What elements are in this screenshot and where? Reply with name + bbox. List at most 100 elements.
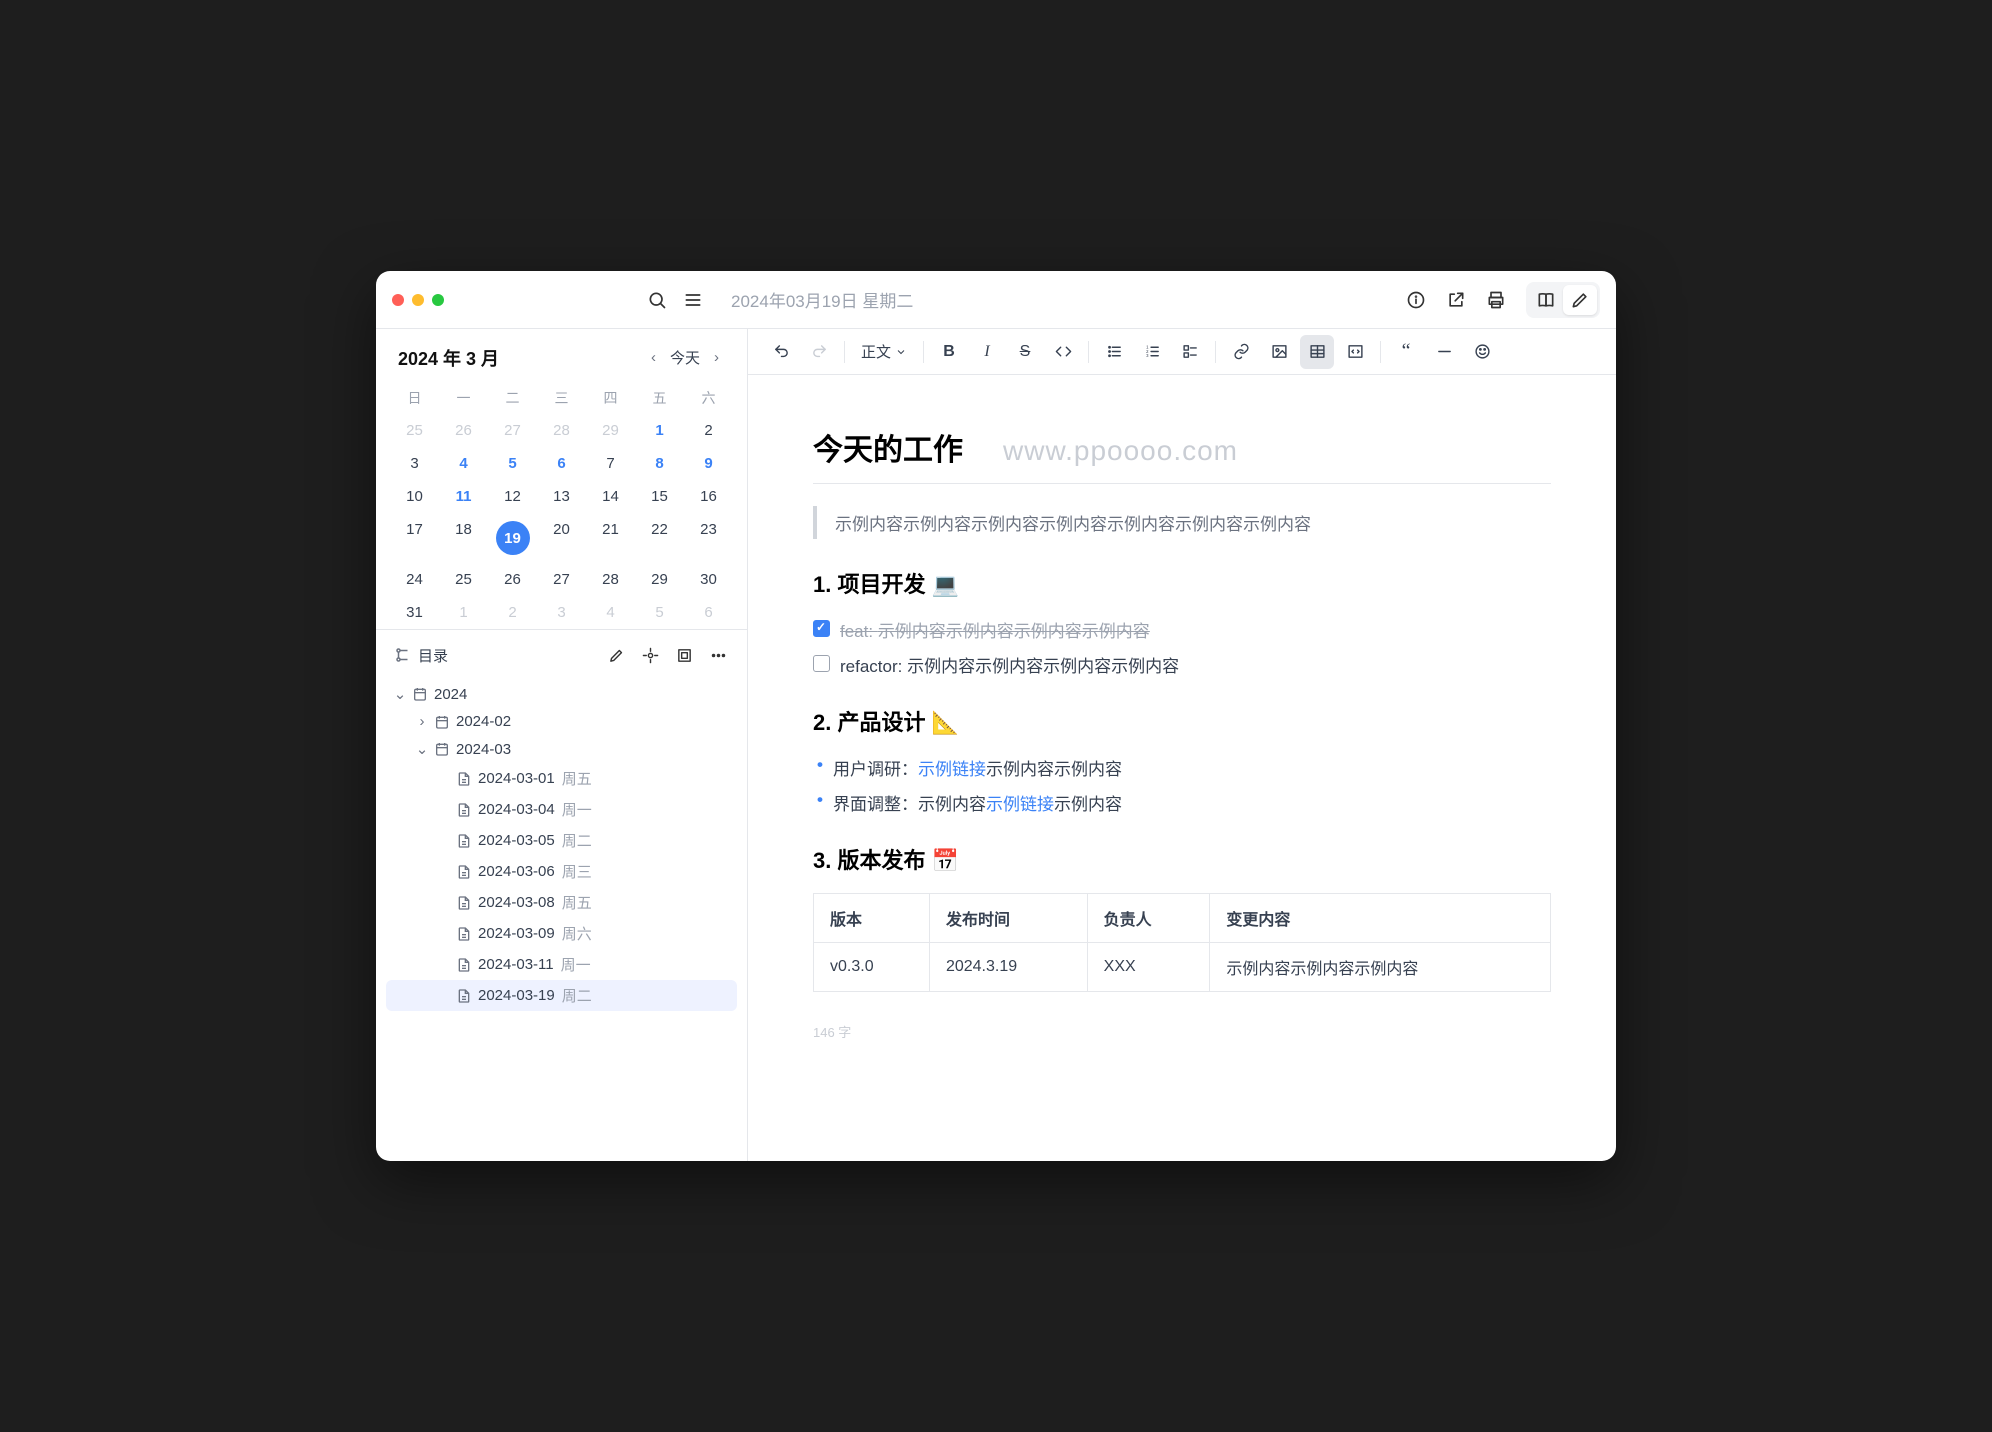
calendar-day[interactable]: 23 — [684, 513, 733, 563]
calendar-day[interactable]: 28 — [586, 563, 635, 596]
svg-text:3: 3 — [1146, 353, 1149, 358]
paragraph-style-select[interactable]: 正文 — [853, 341, 915, 362]
edit-outline-icon[interactable] — [601, 640, 631, 670]
calendar-weekday: 日 — [390, 382, 439, 414]
calendar-day[interactable]: 25 — [439, 563, 488, 596]
calendar-day[interactable]: 16 — [684, 480, 733, 513]
calendar-day[interactable]: 19 — [488, 513, 537, 563]
calendar-day[interactable]: 31 — [390, 596, 439, 629]
calendar-day[interactable]: 14 — [586, 480, 635, 513]
content-link[interactable]: 示例链接 — [986, 795, 1054, 814]
image-button[interactable] — [1262, 335, 1296, 369]
info-icon[interactable] — [1398, 282, 1434, 318]
calendar-day[interactable]: 11 — [439, 480, 488, 513]
calendar-day[interactable]: 22 — [635, 513, 684, 563]
tree-file-item[interactable]: 2024-03-11周一 — [386, 949, 737, 980]
calendar-day[interactable]: 12 — [488, 480, 537, 513]
calendar-day[interactable]: 17 — [390, 513, 439, 563]
editor-content[interactable]: 今天的工作 www.ppoooo.com 示例内容示例内容示例内容示例内容示例内… — [748, 375, 1616, 1161]
tree-file-item[interactable]: 2024-03-08周五 — [386, 887, 737, 918]
tree-file-item[interactable]: 2024-03-19周二 — [386, 980, 737, 1011]
code-block-button[interactable] — [1338, 335, 1372, 369]
unordered-list-button[interactable] — [1097, 335, 1131, 369]
next-month-button[interactable]: › — [708, 345, 725, 370]
calendar-day[interactable]: 3 — [390, 447, 439, 480]
undo-button[interactable] — [764, 335, 798, 369]
tree-folder-item[interactable]: ⌄2024-03 — [386, 735, 737, 763]
calendar-day[interactable]: 3 — [537, 596, 586, 629]
redo-button[interactable] — [802, 335, 836, 369]
outline-tree: ⌄2024›2024-02⌄2024-032024-03-01周五2024-03… — [376, 678, 747, 1161]
calendar-day[interactable]: 1 — [635, 414, 684, 447]
more-icon[interactable] — [703, 640, 733, 670]
calendar-day[interactable]: 2 — [684, 414, 733, 447]
calendar-day[interactable]: 18 — [439, 513, 488, 563]
checkbox-icon[interactable] — [813, 620, 830, 637]
calendar-day[interactable]: 5 — [635, 596, 684, 629]
calendar-day[interactable]: 5 — [488, 447, 537, 480]
code-button[interactable] — [1046, 335, 1080, 369]
calendar-day[interactable]: 30 — [684, 563, 733, 596]
read-mode-button[interactable] — [1529, 285, 1563, 315]
bold-button[interactable]: B — [932, 335, 966, 369]
prev-month-button[interactable]: ‹ — [645, 345, 662, 370]
calendar-day[interactable]: 26 — [488, 563, 537, 596]
edit-mode-button[interactable] — [1563, 285, 1597, 315]
emoji-button[interactable] — [1465, 335, 1499, 369]
tree-folder-item[interactable]: ⌄2024 — [386, 680, 737, 708]
calendar-day[interactable]: 6 — [684, 596, 733, 629]
calendar-day[interactable]: 4 — [586, 596, 635, 629]
calendar-day[interactable]: 26 — [439, 414, 488, 447]
main-panel: 正文 B I S 123 “ — [748, 329, 1616, 1161]
task-list-button[interactable] — [1173, 335, 1207, 369]
content-link[interactable]: 示例链接 — [918, 760, 986, 779]
calendar-day[interactable]: 9 — [684, 447, 733, 480]
tree-file-item[interactable]: 2024-03-09周六 — [386, 918, 737, 949]
print-icon[interactable] — [1478, 282, 1514, 318]
calendar-day[interactable]: 28 — [537, 414, 586, 447]
calendar-day[interactable]: 6 — [537, 447, 586, 480]
locate-icon[interactable] — [635, 640, 665, 670]
chevron-down-icon[interactable]: ⌄ — [414, 740, 430, 758]
table-button[interactable] — [1300, 335, 1334, 369]
calendar-day[interactable]: 24 — [390, 563, 439, 596]
calendar-day[interactable]: 15 — [635, 480, 684, 513]
tree-file-item[interactable]: 2024-03-01周五 — [386, 763, 737, 794]
tree-file-item[interactable]: 2024-03-04周一 — [386, 794, 737, 825]
strikethrough-button[interactable]: S — [1008, 335, 1042, 369]
calendar-day[interactable]: 25 — [390, 414, 439, 447]
quote-button[interactable]: “ — [1389, 335, 1423, 369]
collapse-icon[interactable] — [669, 640, 699, 670]
calendar-day[interactable]: 13 — [537, 480, 586, 513]
tree-file-item[interactable]: 2024-03-05周二 — [386, 825, 737, 856]
italic-button[interactable]: I — [970, 335, 1004, 369]
tree-file-item[interactable]: 2024-03-06周三 — [386, 856, 737, 887]
checkbox-icon[interactable] — [813, 655, 830, 672]
calendar-day[interactable]: 29 — [586, 414, 635, 447]
ordered-list-button[interactable]: 123 — [1135, 335, 1169, 369]
calendar-day[interactable]: 27 — [488, 414, 537, 447]
calendar-day[interactable]: 4 — [439, 447, 488, 480]
menu-icon[interactable] — [675, 282, 711, 318]
calendar-day[interactable]: 7 — [586, 447, 635, 480]
calendar-day[interactable]: 21 — [586, 513, 635, 563]
chevron-right-icon[interactable]: › — [414, 713, 430, 730]
calendar-day[interactable]: 27 — [537, 563, 586, 596]
link-button[interactable] — [1224, 335, 1258, 369]
calendar-day[interactable]: 20 — [537, 513, 586, 563]
minimize-window-button[interactable] — [412, 294, 424, 306]
close-window-button[interactable] — [392, 294, 404, 306]
maximize-window-button[interactable] — [432, 294, 444, 306]
chevron-down-icon[interactable]: ⌄ — [392, 685, 408, 703]
calendar-day[interactable]: 29 — [635, 563, 684, 596]
share-icon[interactable] — [1438, 282, 1474, 318]
tree-folder-item[interactable]: ›2024-02 — [386, 708, 737, 735]
calendar-day[interactable]: 10 — [390, 480, 439, 513]
calendar-day[interactable]: 8 — [635, 447, 684, 480]
horizontal-rule-button[interactable] — [1427, 335, 1461, 369]
search-icon[interactable] — [639, 282, 675, 318]
calendar-day[interactable]: 1 — [439, 596, 488, 629]
today-button[interactable]: 今天 — [664, 343, 706, 372]
table-block[interactable]: 版本 发布时间 负责人 变更内容 v0.3.02024.3.19XXX示例内容示… — [813, 893, 1551, 992]
calendar-day[interactable]: 2 — [488, 596, 537, 629]
